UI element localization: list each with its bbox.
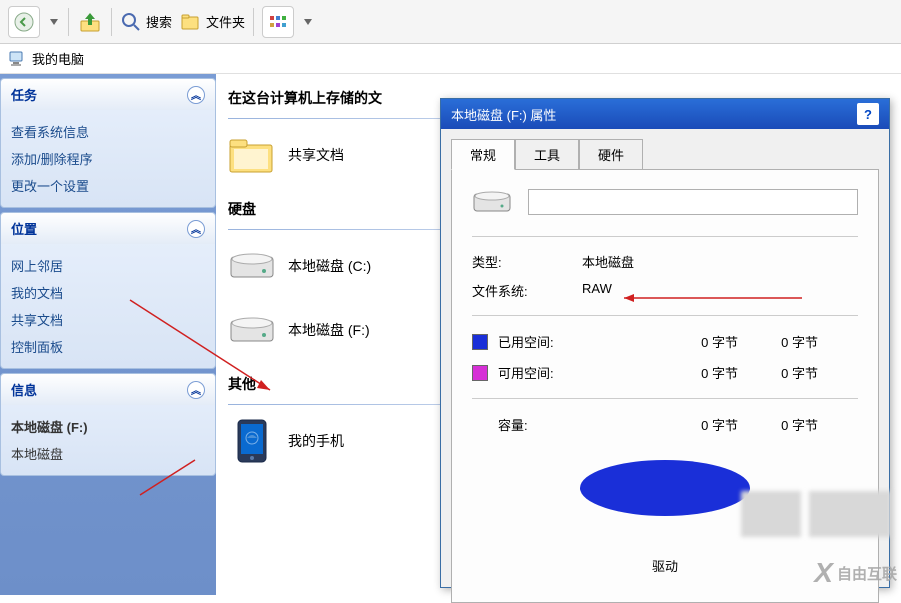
used-label: 已用空间:	[498, 332, 618, 351]
window-title-row: 我的电脑	[0, 44, 901, 74]
up-button[interactable]	[77, 9, 103, 35]
free-label: 可用空间:	[498, 363, 618, 382]
back-dropdown[interactable]	[48, 6, 60, 38]
panel-places: 位置 ︽ 网上邻居 我的文档 共享文档 控制面板	[0, 212, 216, 369]
free-bytes2: 0 字节	[738, 363, 818, 382]
panel-title: 任务	[11, 85, 37, 104]
panel-tasks: 任务 ︽ 查看系统信息 添加/删除程序 更改一个设置	[0, 78, 216, 208]
watermark-text: 自由互联	[837, 563, 897, 584]
watermark-icon: X	[814, 557, 833, 589]
toolbar: 搜索 文件夹	[0, 0, 901, 44]
item-label: 我的手机	[288, 431, 344, 451]
computer-icon	[8, 50, 26, 68]
tab-content: 类型: 本地磁盘 文件系统: RAW 已用空间: 0 字节 0 字节 可用空间:…	[451, 169, 879, 603]
drive-icon	[228, 246, 276, 286]
sidebar-item-shareddocs[interactable]: 共享文档	[11, 306, 205, 333]
used-swatch	[472, 334, 488, 350]
free-swatch	[472, 365, 488, 381]
capacity-label: 容量:	[498, 415, 618, 434]
collapse-icon[interactable]: ︽	[187, 381, 205, 399]
help-button[interactable]: ?	[857, 103, 879, 125]
sidebar-item-addremove[interactable]: 添加/删除程序	[11, 145, 205, 172]
dialog-title: 本地磁盘 (F:) 属性	[451, 105, 556, 124]
search-label: 搜索	[146, 12, 172, 31]
drive-icon	[228, 310, 276, 350]
drive-icon	[472, 188, 512, 216]
dialog-titlebar[interactable]: 本地磁盘 (F:) 属性 ?	[441, 99, 889, 129]
panel-title: 信息	[11, 380, 37, 399]
folder-icon	[228, 135, 276, 175]
type-label: 类型:	[472, 252, 582, 271]
views-button[interactable]	[262, 6, 294, 38]
capacity-bytes: 0 字节	[618, 415, 738, 434]
sidebar-item-drive-f: 本地磁盘 (F:)	[11, 413, 205, 440]
sidebar-item-mydocs[interactable]: 我的文档	[11, 279, 205, 306]
panel-details: 信息 ︽ 本地磁盘 (F:) 本地磁盘	[0, 373, 216, 476]
fs-value: RAW	[582, 281, 858, 300]
sidebar-item-changesetting[interactable]: 更改一个设置	[11, 172, 205, 199]
capacity-bytes2: 0 字节	[738, 415, 818, 434]
panel-tasks-header[interactable]: 任务 ︽	[1, 79, 215, 110]
tab-tools[interactable]: 工具	[515, 139, 579, 169]
fs-label: 文件系统:	[472, 281, 582, 300]
sidebar: 任务 ︽ 查看系统信息 添加/删除程序 更改一个设置 位置 ︽ 网上邻居 我的文…	[0, 74, 216, 595]
panel-details-header[interactable]: 信息 ︽	[1, 374, 215, 405]
views-dropdown[interactable]	[302, 6, 314, 38]
item-label: 本地磁盘 (C:)	[288, 256, 371, 276]
folders-button[interactable]: 文件夹	[180, 11, 245, 33]
tab-general[interactable]: 常规	[451, 139, 515, 170]
free-bytes: 0 字节	[618, 363, 738, 382]
item-label: 本地磁盘 (F:)	[288, 320, 370, 340]
used-bytes: 0 字节	[618, 332, 738, 351]
sidebar-item-drive-type: 本地磁盘	[11, 440, 205, 467]
item-label: 共享文档	[288, 145, 344, 165]
drive-letter-label: 驱动	[652, 556, 678, 575]
window-title: 我的电脑	[32, 49, 84, 68]
sidebar-item-controlpanel[interactable]: 控制面板	[11, 333, 205, 360]
collapse-icon[interactable]: ︽	[187, 86, 205, 104]
watermark: X 自由互联	[814, 557, 897, 589]
used-bytes2: 0 字节	[738, 332, 818, 351]
type-value: 本地磁盘	[582, 252, 858, 271]
collapse-icon[interactable]: ︽	[187, 220, 205, 238]
sidebar-item-network[interactable]: 网上邻居	[11, 252, 205, 279]
drive-label-input[interactable]	[528, 189, 858, 215]
folders-label: 文件夹	[206, 12, 245, 31]
phone-icon	[228, 421, 276, 461]
tab-hardware[interactable]: 硬件	[579, 139, 643, 169]
tabs: 常规 工具 硬件	[441, 129, 889, 169]
back-button[interactable]	[8, 6, 40, 38]
sidebar-item-sysinfo[interactable]: 查看系统信息	[11, 118, 205, 145]
search-button[interactable]: 搜索	[120, 11, 172, 33]
panel-places-header[interactable]: 位置 ︽	[1, 213, 215, 244]
pie-chart	[580, 460, 750, 530]
panel-title: 位置	[11, 219, 37, 238]
